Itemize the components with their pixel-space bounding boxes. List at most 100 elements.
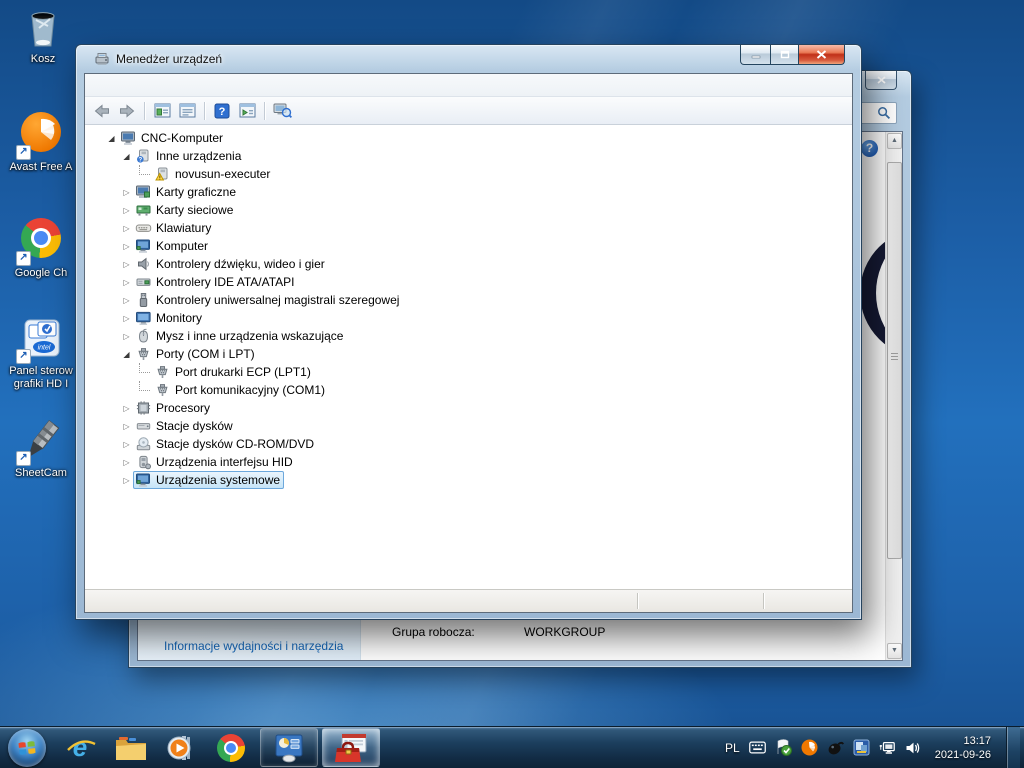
taskbar-button-performance-tools[interactable] bbox=[260, 728, 318, 767]
tree-item[interactable]: Port komunikacyjny (COM1) bbox=[85, 380, 852, 399]
taskbar-item-explorer[interactable] bbox=[106, 729, 156, 767]
mouse-utility-icon[interactable] bbox=[827, 739, 844, 756]
desktop-icon-avast[interactable]: ↗ Avast Free A bbox=[0, 110, 82, 174]
expander-icon[interactable]: ▷ bbox=[120, 314, 133, 323]
scrollbar-thumb[interactable] bbox=[887, 162, 902, 559]
language-indicator[interactable]: PL bbox=[725, 741, 740, 755]
tree-item[interactable]: ▷ Klawiatury bbox=[85, 219, 852, 237]
clock[interactable]: 13:17 2021-09-26 bbox=[935, 734, 991, 762]
taskbar-item-chrome[interactable] bbox=[206, 729, 256, 767]
help-button[interactable]: ? bbox=[211, 100, 233, 122]
tree-item[interactable]: Port drukarki ECP (LPT1) bbox=[85, 362, 852, 381]
tree-item-body[interactable]: CNC-Komputer bbox=[118, 129, 227, 147]
device-manager-titlebar[interactable]: Menedżer urządzeń bbox=[84, 45, 853, 73]
menu-item[interactable] bbox=[107, 83, 123, 87]
tree-item-body[interactable]: Porty (COM i LPT) bbox=[133, 345, 259, 363]
tree-item[interactable]: ▷ Karty sieciowe bbox=[85, 201, 852, 219]
tree-item[interactable]: ▷ Urządzenia interfejsu HID bbox=[85, 453, 852, 471]
expander-icon[interactable]: ◢ bbox=[105, 134, 118, 143]
performance-info-link[interactable]: Informacje wydajności i narzędzia bbox=[164, 638, 349, 654]
tree-item[interactable]: ▷ Karty graficzne bbox=[85, 183, 852, 201]
tree-item-body[interactable]: Kontrolery uniwersalnej magistrali szere… bbox=[133, 291, 403, 309]
system-scrollbar[interactable]: ▲ ▼ bbox=[885, 132, 902, 660]
expander-icon[interactable]: ▷ bbox=[120, 440, 133, 449]
scroll-down-icon[interactable]: ▼ bbox=[887, 643, 902, 659]
desktop-icon-recycle-bin[interactable]: Kosz bbox=[2, 4, 84, 66]
avast-tray-icon[interactable] bbox=[801, 739, 818, 756]
scan-hardware-button[interactable] bbox=[271, 100, 293, 122]
tree-item-body[interactable]: Komputer bbox=[133, 237, 212, 255]
expander-icon[interactable]: ▷ bbox=[120, 260, 133, 269]
desktop-icon-intel-panel[interactable]: intel ↗ Panel sterow grafiki HD I bbox=[0, 316, 82, 391]
start-button[interactable] bbox=[8, 728, 46, 767]
tree-item[interactable]: ▷ Kontrolery IDE ATA/ATAPI bbox=[85, 273, 852, 291]
tree-item-body[interactable]: Karty sieciowe bbox=[133, 201, 237, 219]
tree-item[interactable]: ▷ Urządzenia systemowe bbox=[85, 471, 852, 489]
expander-icon[interactable]: ▷ bbox=[120, 278, 133, 287]
network-icon[interactable] bbox=[879, 739, 896, 756]
action-pane-button[interactable] bbox=[236, 100, 258, 122]
tree-item-body[interactable]: Procesory bbox=[133, 399, 214, 417]
taskbar-item-media-player[interactable] bbox=[156, 729, 206, 767]
tree-item-body[interactable]: Stacje dysków CD-ROM/DVD bbox=[133, 435, 318, 453]
menu-item[interactable] bbox=[91, 83, 107, 87]
expander-icon[interactable]: ▷ bbox=[120, 458, 133, 467]
tree-item[interactable]: novusun-executer bbox=[85, 164, 852, 183]
close-button[interactable] bbox=[799, 45, 845, 65]
tree-item-body[interactable]: Urządzenia systemowe bbox=[133, 471, 285, 489]
tree-item[interactable]: ▷ Stacje dysków CD-ROM/DVD bbox=[85, 435, 852, 453]
expander-icon[interactable]: ▷ bbox=[120, 242, 133, 251]
keyboard-layout-icon[interactable] bbox=[748, 739, 766, 756]
expander-icon[interactable]: ◢ bbox=[120, 152, 133, 161]
show-desktop-button[interactable] bbox=[1006, 727, 1020, 768]
tree-item[interactable]: ▷ Kontrolery uniwersalnej magistrali sze… bbox=[85, 291, 852, 309]
tree-item-body[interactable]: Monitory bbox=[133, 309, 206, 327]
expander-icon[interactable]: ▷ bbox=[120, 296, 133, 305]
tree-item-body[interactable]: Karty graficzne bbox=[133, 183, 240, 201]
taskbar-item-internet-explorer[interactable]: e bbox=[56, 729, 106, 767]
tree-item[interactable]: ▷ Stacje dysków bbox=[85, 417, 852, 435]
tree-item-body[interactable]: Port drukarki ECP (LPT1) bbox=[152, 363, 315, 381]
expander-icon[interactable]: ▷ bbox=[120, 206, 133, 215]
expander-icon[interactable]: ▷ bbox=[120, 422, 133, 431]
expander-icon[interactable]: ▷ bbox=[120, 404, 133, 413]
tree-item[interactable]: ▷ Procesory bbox=[85, 399, 852, 417]
restore-button[interactable] bbox=[771, 45, 799, 65]
scroll-up-icon[interactable]: ▲ bbox=[887, 133, 902, 149]
taskbar-button-device-manager[interactable] bbox=[322, 728, 380, 767]
action-center-icon[interactable] bbox=[775, 739, 792, 756]
tree-item-body[interactable]: Klawiatury bbox=[133, 219, 215, 237]
tree-item-body[interactable]: Urządzenia interfejsu HID bbox=[133, 453, 297, 471]
help-icon[interactable]: ? bbox=[861, 140, 878, 157]
desktop-icon-sheetcam[interactable]: ↗ SheetCam bbox=[0, 418, 82, 480]
expander-icon[interactable]: ▷ bbox=[120, 188, 133, 197]
graphics-utility-icon[interactable] bbox=[853, 739, 870, 756]
minimize-button[interactable] bbox=[740, 45, 771, 65]
menu-item[interactable] bbox=[123, 83, 139, 87]
tree-item-body[interactable]: Mysz i inne urządzenia wskazujące bbox=[133, 327, 347, 345]
tree-item-body[interactable]: Stacje dysków bbox=[133, 417, 237, 435]
tree-item[interactable]: ▷ Monitory bbox=[85, 309, 852, 327]
tree-item[interactable]: ▷ Mysz i inne urządzenia wskazujące bbox=[85, 327, 852, 345]
menu-item[interactable] bbox=[139, 83, 155, 87]
desktop-icon-chrome[interactable]: ↗ Google Ch bbox=[0, 216, 82, 280]
forward-button[interactable] bbox=[116, 100, 138, 122]
tree-item-body[interactable]: Kontrolery IDE ATA/ATAPI bbox=[133, 273, 299, 291]
tree-item[interactable]: ▷ Kontrolery dźwięku, wideo i gier bbox=[85, 255, 852, 273]
properties-button[interactable] bbox=[176, 100, 198, 122]
tree-item[interactable]: ▷ Komputer bbox=[85, 237, 852, 255]
expander-icon[interactable]: ▷ bbox=[120, 224, 133, 233]
console-tree-button[interactable] bbox=[151, 100, 173, 122]
tree-item-body[interactable]: Inne urządzenia bbox=[133, 147, 245, 165]
system-close-button[interactable] bbox=[865, 71, 897, 90]
expander-icon[interactable]: ▷ bbox=[120, 476, 133, 485]
tree-item-body[interactable]: novusun-executer bbox=[152, 165, 274, 183]
expander-icon[interactable]: ◢ bbox=[120, 350, 133, 359]
tree-item-body[interactable]: Kontrolery dźwięku, wideo i gier bbox=[133, 255, 329, 273]
expander-icon[interactable]: ▷ bbox=[120, 332, 133, 341]
back-button[interactable] bbox=[91, 100, 113, 122]
tree-item[interactable]: ◢ Porty (COM i LPT) bbox=[85, 345, 852, 363]
tree-item[interactable]: ◢ CNC-Komputer bbox=[85, 129, 852, 147]
volume-icon[interactable] bbox=[905, 739, 922, 756]
tree-item-body[interactable]: Port komunikacyjny (COM1) bbox=[152, 381, 329, 399]
